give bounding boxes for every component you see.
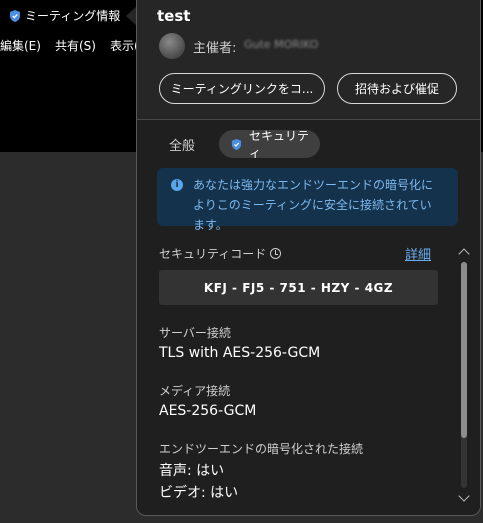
copy-meeting-link-button[interactable]: ミーティングリンクをコ... xyxy=(159,73,325,104)
host-label: 主催者: xyxy=(193,41,237,56)
security-code-label-text: セキュリティコード xyxy=(159,247,267,261)
clock-icon xyxy=(270,248,282,259)
meeting-title: test xyxy=(157,7,191,25)
audio-value: 音声: はい xyxy=(159,463,225,479)
scrollbar[interactable] xyxy=(457,244,471,506)
server-connection-label: サーバー接続 xyxy=(159,326,231,340)
tab-security-label: セキュリティ xyxy=(248,129,309,160)
menu-bar: 編集(E) 共有(S) 表示( xyxy=(0,37,139,54)
shield-icon xyxy=(231,138,242,150)
encryption-info-text: あなたは強力なエンドツーエンドの暗号化によりこのミーティングに安全に接続されてい… xyxy=(193,178,434,232)
meeting-info-button[interactable]: ミーティング情報 xyxy=(8,7,120,24)
media-connection-label: メディア接続 xyxy=(159,384,231,398)
security-code-label: セキュリティコード xyxy=(159,245,282,262)
video-value: ビデオ: はい xyxy=(159,485,239,501)
encryption-info-banner: i あなたは強力なエンドツーエンドの暗号化によりこのミーティングに安全に接続され… xyxy=(157,168,458,232)
security-code: KFJ - FJ5 - 751 - HZY - 4GZ xyxy=(159,270,438,305)
menu-edit[interactable]: 編集(E) xyxy=(0,37,41,54)
chevron-up-icon[interactable] xyxy=(458,248,470,260)
window-title: ミーティング情報 xyxy=(25,9,121,23)
tab-general[interactable]: 全般 xyxy=(169,135,195,154)
menu-view[interactable]: 表示( xyxy=(110,37,139,54)
chevron-down-icon[interactable] xyxy=(458,490,470,502)
host-name: Gute MORIKO xyxy=(244,38,319,51)
shield-icon xyxy=(10,9,20,22)
e2e-connection-label: エンドツーエンドの暗号化された接続 xyxy=(159,442,364,456)
tab-content-area: 全般 セキュリティ i あなたは強力なエンドツーエンドの暗号化によりこのミーティ… xyxy=(137,120,480,515)
meeting-info-popup: test 主催者: Gute MORIKO ミーティングリンクをコ... 招待お… xyxy=(136,0,481,516)
avatar xyxy=(159,33,185,59)
details-link[interactable]: 詳細 xyxy=(405,244,431,263)
invite-button[interactable]: 招待および催促 xyxy=(337,73,457,104)
server-connection-value: TLS with AES-256-GCM xyxy=(159,345,321,361)
media-connection-value: AES-256-GCM xyxy=(159,403,257,419)
tab-security[interactable]: セキュリティ xyxy=(219,129,320,160)
info-icon: i xyxy=(171,179,183,191)
menu-share[interactable]: 共有(S) xyxy=(55,37,96,54)
scroll-thumb[interactable] xyxy=(461,262,467,438)
